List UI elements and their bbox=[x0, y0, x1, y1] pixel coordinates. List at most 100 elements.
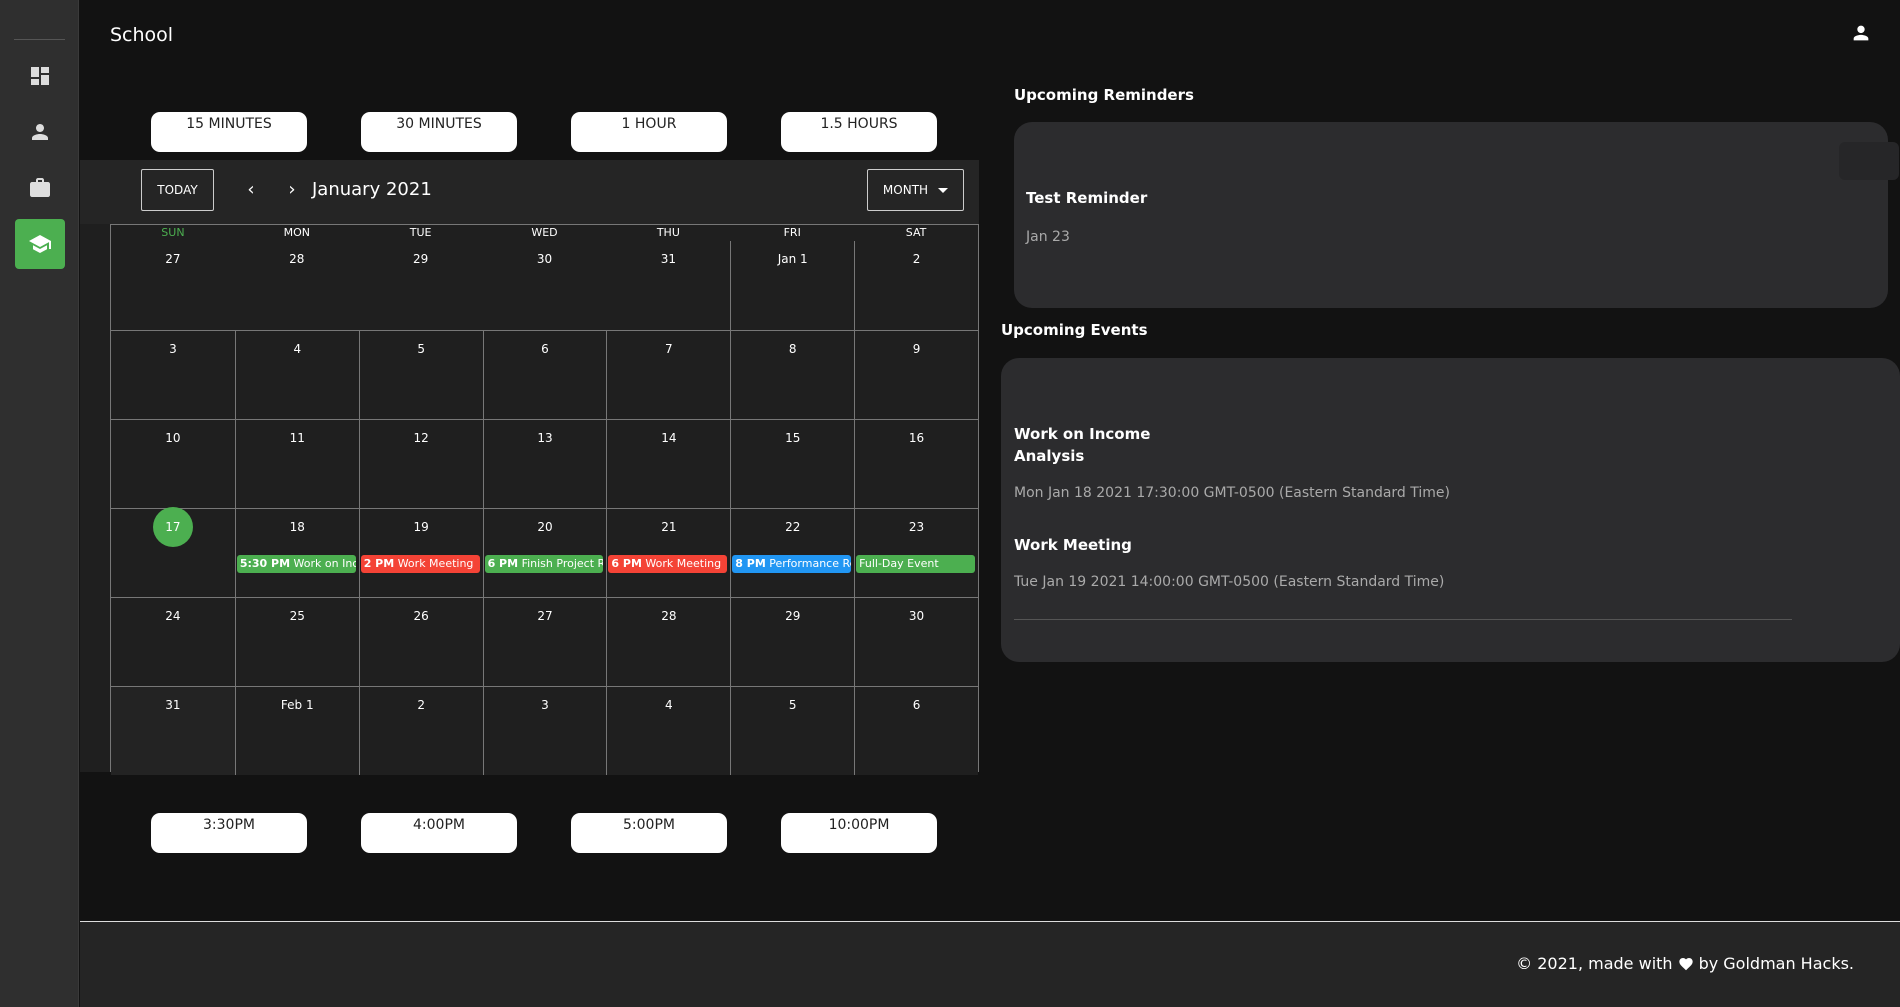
day-number: 5 bbox=[417, 342, 425, 356]
day-cell-today[interactable]: 17 bbox=[111, 507, 235, 597]
weekday-label: SUN bbox=[161, 226, 185, 239]
day-cell[interactable]: 30 bbox=[854, 598, 978, 686]
day-cell[interactable]: 22 8 PM Performance Review bbox=[730, 509, 855, 597]
day-cell[interactable]: 9 bbox=[854, 331, 978, 419]
weekday-label: MON bbox=[283, 226, 310, 239]
day-cell[interactable]: 15 bbox=[730, 420, 855, 508]
day-cell[interactable]: 29 bbox=[358, 241, 483, 330]
calendar-event[interactable]: Full-Day Event bbox=[856, 555, 975, 573]
day-cell[interactable]: 25 bbox=[234, 598, 359, 686]
view-select-button[interactable]: MONTH bbox=[867, 169, 964, 211]
view-select-label: MONTH bbox=[882, 183, 929, 197]
day-cell[interactable]: 4 bbox=[234, 331, 359, 419]
duration-1-5-hours-button[interactable]: 1.5 HOURS bbox=[781, 112, 937, 152]
day-cell[interactable]: 8 bbox=[730, 331, 855, 419]
day-cell[interactable]: 14 bbox=[606, 420, 731, 508]
time-5-00pm-button[interactable]: 5:00PM bbox=[571, 813, 727, 853]
event-time: 6 PM bbox=[487, 557, 519, 570]
time-3-30pm-button[interactable]: 3:30PM bbox=[151, 813, 307, 853]
day-number: 5 bbox=[788, 698, 797, 712]
calendar-event[interactable]: 5:30 PM Work on Income Analysis bbox=[236, 555, 356, 573]
calendar-event[interactable]: 2 PM Work Meeting bbox=[360, 555, 480, 573]
account-icon bbox=[1853, 25, 1869, 41]
event-item-date: Mon Jan 18 2021 17:30:00 GMT-0500 (Easte… bbox=[1014, 485, 1450, 501]
day-cell[interactable]: 31 bbox=[111, 687, 235, 775]
time-4-00pm-button[interactable]: 4:00PM bbox=[361, 813, 517, 853]
reminder-tab-button[interactable] bbox=[1839, 142, 1899, 180]
day-cell[interactable]: 27 bbox=[482, 598, 607, 686]
day-cell[interactable]: 23 Full-Day Event bbox=[854, 509, 978, 597]
time-10-00pm-button[interactable]: 10:00PM bbox=[781, 813, 937, 853]
page-title: School bbox=[110, 24, 174, 46]
today-button[interactable]: TODAY bbox=[141, 169, 214, 211]
next-month-button[interactable]: › bbox=[281, 178, 303, 200]
day-cell[interactable]: 12 bbox=[358, 420, 483, 508]
day-cell[interactable]: 21 6 PM Work Meeting bbox=[606, 509, 731, 597]
day-cell[interactable]: 28 bbox=[234, 241, 359, 330]
day-number: 3 bbox=[541, 698, 549, 712]
day-cell[interactable]: 19 2 PM Work Meeting bbox=[358, 509, 483, 597]
calendar-week: 24 25 26 27 28 29 30 bbox=[111, 597, 978, 686]
day-cell[interactable]: Jan 1 bbox=[730, 241, 855, 330]
day-cell[interactable]: 31 bbox=[606, 241, 731, 330]
day-cell[interactable]: 10 bbox=[111, 420, 235, 508]
calendar-event[interactable]: 6 PM Finish Project Report bbox=[484, 555, 604, 573]
day-number: 4 bbox=[665, 698, 673, 712]
sidebar-item-work[interactable] bbox=[15, 163, 65, 213]
sidebar-item-dashboard[interactable] bbox=[15, 51, 65, 101]
day-cell[interactable]: 6 bbox=[854, 687, 978, 775]
day-number: 28 bbox=[661, 609, 677, 623]
day-number: 30 bbox=[536, 252, 553, 266]
sidebar-item-school[interactable] bbox=[15, 219, 65, 269]
weekday-label: THU bbox=[656, 226, 680, 239]
sidebar-divider bbox=[14, 39, 65, 40]
day-cell[interactable]: 3 bbox=[482, 687, 607, 775]
account-button[interactable] bbox=[1850, 22, 1872, 44]
day-number: 9 bbox=[912, 342, 921, 356]
event-title: Work on Income Analysis bbox=[293, 557, 356, 570]
day-cell[interactable]: 16 bbox=[854, 420, 978, 508]
day-number: 30 bbox=[908, 609, 925, 623]
calendar-week: 27 28 29 30 31 Jan 1 2 bbox=[111, 241, 978, 330]
weekday-header: SUN MON TUE WED THU FRI SAT bbox=[111, 225, 978, 241]
day-cell[interactable]: 28 bbox=[606, 598, 731, 686]
calendar-toolbar: TODAY ‹ › January 2021 MONTH bbox=[80, 160, 979, 224]
day-cell[interactable]: 29 bbox=[730, 598, 855, 686]
day-cell[interactable]: 13 bbox=[482, 420, 607, 508]
day-cell[interactable]: 27 bbox=[111, 241, 235, 330]
day-cell[interactable]: 26 bbox=[358, 598, 483, 686]
month-label: January 2021 bbox=[312, 179, 432, 200]
day-number: 12 bbox=[413, 431, 429, 445]
day-cell[interactable]: 20 6 PM Finish Project Report bbox=[482, 509, 607, 597]
day-cell[interactable]: 11 bbox=[234, 420, 359, 508]
day-cell[interactable]: 5 bbox=[730, 687, 855, 775]
footer-prefix: © 2021, made with bbox=[1516, 954, 1673, 973]
day-cell[interactable]: 3 bbox=[111, 331, 235, 419]
day-cell[interactable]: 6 bbox=[482, 331, 607, 419]
day-number: 21 bbox=[661, 520, 677, 534]
day-number: 25 bbox=[289, 609, 305, 623]
day-number: 24 bbox=[165, 609, 181, 623]
heart-icon bbox=[1678, 957, 1693, 970]
footer: © 2021, made with by Goldman Hacks. bbox=[80, 921, 1900, 1007]
duration-15-minutes-button[interactable]: 15 MINUTES bbox=[151, 112, 307, 152]
event-time: 8 PM bbox=[735, 557, 766, 570]
event-title: Full-Day Event bbox=[859, 557, 939, 570]
day-cell[interactable]: 5 bbox=[358, 331, 483, 419]
day-number: 15 bbox=[785, 431, 801, 445]
month-grid: SUN MON TUE WED THU FRI SAT 27 28 29 30 … bbox=[110, 224, 979, 775]
duration-1-hour-button[interactable]: 1 HOUR bbox=[571, 112, 727, 152]
day-cell[interactable]: 4 bbox=[606, 687, 731, 775]
duration-30-minutes-button[interactable]: 30 MINUTES bbox=[361, 112, 517, 152]
day-cell[interactable]: 7 bbox=[606, 331, 731, 419]
calendar-event[interactable]: 8 PM Performance Review bbox=[732, 555, 852, 573]
sidebar-item-person[interactable] bbox=[15, 107, 65, 157]
day-cell[interactable]: 18 5:30 PM Work on Income Analysis bbox=[234, 509, 359, 597]
prev-month-button[interactable]: ‹ bbox=[240, 178, 262, 200]
day-cell[interactable]: 30 bbox=[482, 241, 607, 330]
calendar-event[interactable]: 6 PM Work Meeting bbox=[608, 555, 728, 573]
day-cell[interactable]: 2 bbox=[854, 241, 978, 330]
day-cell[interactable]: Feb 1 bbox=[234, 687, 359, 775]
day-cell[interactable]: 24 bbox=[111, 598, 235, 686]
day-cell[interactable]: 2 bbox=[358, 687, 483, 775]
